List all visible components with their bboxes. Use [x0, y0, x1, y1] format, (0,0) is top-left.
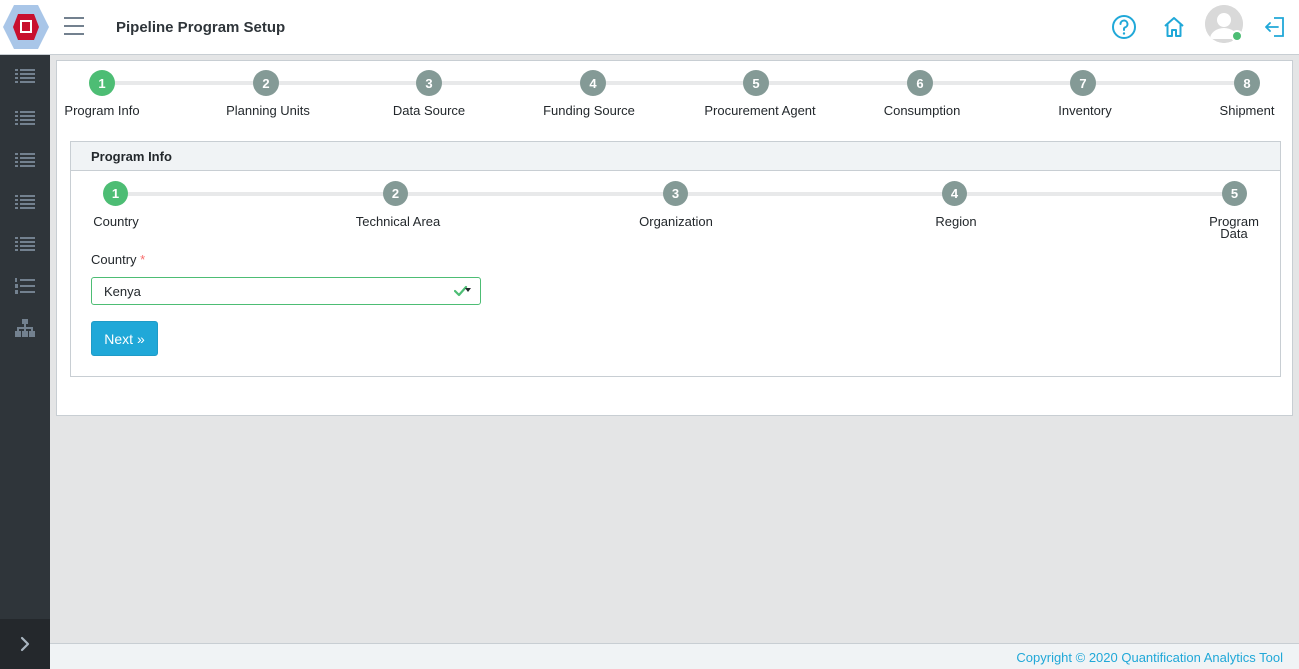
- main-step-5-dot[interactable]: 5: [743, 70, 769, 96]
- list-icon: [15, 69, 35, 83]
- sub-step-2-label[interactable]: Technical Area: [356, 215, 441, 228]
- main-step-4-label[interactable]: Funding Source: [543, 104, 635, 117]
- list-icon: [15, 237, 35, 251]
- hamburger-line: [64, 17, 84, 19]
- sidebar-item-7[interactable]: [0, 307, 50, 349]
- main-step-8-dot[interactable]: 8: [1234, 70, 1260, 96]
- sidebar-item-5[interactable]: [0, 223, 50, 265]
- sidebar: [0, 55, 50, 669]
- required-asterisk: *: [140, 252, 146, 267]
- sidebar-item-6[interactable]: [0, 265, 50, 307]
- sub-step-3-label[interactable]: Organization: [639, 215, 713, 228]
- country-select[interactable]: Kenya: [91, 277, 481, 305]
- main-step-6-label[interactable]: Consumption: [884, 104, 961, 117]
- hamburger-line: [64, 25, 84, 27]
- sub-step-1-label[interactable]: Country: [93, 215, 139, 228]
- main-step-6-dot[interactable]: 6: [907, 70, 933, 96]
- home-icon[interactable]: [1161, 14, 1187, 40]
- main-step-7-dot[interactable]: 7: [1070, 70, 1096, 96]
- sub-step-4-dot[interactable]: 4: [942, 181, 967, 206]
- program-info-panel: Program Info 1 Country 2 Technical Area …: [70, 141, 1281, 377]
- list-icon: [15, 153, 35, 167]
- page-title: Pipeline Program Setup: [116, 19, 286, 36]
- panel-title: Program Info: [71, 142, 1280, 171]
- main-step-2-label[interactable]: Planning Units: [226, 104, 310, 117]
- main-step-8-label[interactable]: Shipment: [1220, 104, 1275, 117]
- country-select-value: Kenya: [104, 284, 141, 299]
- main-step-5-label[interactable]: Procurement Agent: [704, 104, 815, 117]
- valid-check-dropdown-icon: [453, 284, 472, 301]
- sidebar-item-1[interactable]: [0, 55, 50, 97]
- top-header: Pipeline Program Setup: [0, 0, 1299, 55]
- main-step-4-dot[interactable]: 4: [580, 70, 606, 96]
- sidebar-item-4[interactable]: [0, 181, 50, 223]
- sub-step-5-dot[interactable]: 5: [1222, 181, 1247, 206]
- sidebar-toggle-button[interactable]: [64, 17, 86, 37]
- sitemap-icon: [15, 319, 35, 337]
- country-field-label: Country *: [91, 252, 145, 267]
- main-step-3-label[interactable]: Data Source: [393, 104, 465, 117]
- list-icon: [15, 111, 35, 125]
- main-step-1-label[interactable]: Program Info: [64, 104, 139, 117]
- footer: Copyright © 2020 Quantification Analytic…: [50, 643, 1299, 669]
- logout-icon[interactable]: [1262, 14, 1288, 40]
- country-label-text: Country: [91, 252, 137, 267]
- copyright-link[interactable]: Copyright © 2020 Quantification Analytic…: [1016, 650, 1283, 665]
- sub-step-1-dot[interactable]: 1: [103, 181, 128, 206]
- online-status-badge: [1231, 30, 1243, 42]
- sidebar-item-3[interactable]: [0, 139, 50, 181]
- numbered-list-icon: [15, 278, 35, 294]
- sub-step-2-dot[interactable]: 2: [383, 181, 408, 206]
- sidebar-item-2[interactable]: [0, 97, 50, 139]
- main-step-1-dot[interactable]: 1: [89, 70, 115, 96]
- hamburger-line: [64, 33, 84, 35]
- sub-step-4-label[interactable]: Region: [935, 215, 976, 228]
- main-step-7-label[interactable]: Inventory: [1058, 104, 1111, 117]
- chevron-right-icon: [20, 636, 30, 652]
- sub-step-5-label[interactable]: Program Data: [1204, 215, 1264, 240]
- main-card: 1 Program Info 2 Planning Units 3 Data S…: [56, 60, 1293, 416]
- sidebar-minimize-button[interactable]: [0, 619, 50, 669]
- list-icon: [15, 195, 35, 209]
- main-step-3-dot[interactable]: 3: [416, 70, 442, 96]
- main-step-2-dot[interactable]: 2: [253, 70, 279, 96]
- help-icon[interactable]: [1111, 14, 1137, 40]
- app-logo-icon[interactable]: [2, 4, 50, 50]
- next-button[interactable]: Next »: [91, 321, 158, 356]
- sub-step-3-dot[interactable]: 3: [663, 181, 688, 206]
